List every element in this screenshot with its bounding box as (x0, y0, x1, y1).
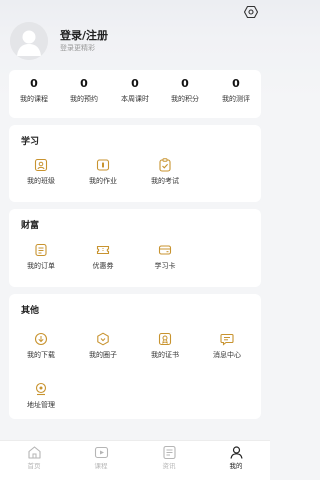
my-class-button[interactable]: 我的班级 (15, 158, 67, 186)
exam-icon (159, 158, 171, 172)
stat-my-appointments[interactable]: 0 我的预约 (59, 77, 109, 104)
study-section: 学习 我的班级 我的作业 我的考试 (9, 125, 261, 202)
bottom-tab-bar: 首页 课程 资讯 我的 (0, 440, 270, 480)
circle-icon (97, 332, 109, 346)
item-label: 我的订单 (27, 262, 55, 270)
tab-news[interactable]: 资讯 (149, 445, 189, 471)
item-label: 我的证书 (151, 351, 179, 359)
item-label: 我的圈子 (89, 351, 117, 359)
section-title: 财富 (21, 221, 40, 231)
download-icon (34, 332, 48, 346)
section-title: 学习 (21, 137, 40, 147)
item-label: 消息中心 (213, 351, 241, 359)
class-icon (34, 158, 48, 172)
address-management-button[interactable]: 地址管理 (15, 382, 67, 410)
my-certificates-button[interactable]: 我的证书 (139, 332, 191, 360)
stat-value: 0 (181, 77, 189, 90)
certificate-icon (158, 332, 172, 346)
item-label: 我的作业 (89, 177, 117, 185)
item-label: 我的考试 (151, 177, 179, 185)
course-icon (94, 446, 108, 459)
stat-my-assessments[interactable]: 0 我的测评 (211, 77, 261, 104)
my-circle-button[interactable]: 我的圈子 (77, 332, 129, 360)
item-label: 我的班级 (27, 177, 55, 185)
my-downloads-button[interactable]: 我的下载 (15, 332, 67, 360)
study-card-button[interactable]: 学习卡 (139, 243, 191, 271)
tab-course[interactable]: 课程 (81, 445, 121, 471)
tab-label: 我的 (229, 462, 243, 470)
item-label: 优惠券 (92, 262, 114, 270)
stat-value: 0 (30, 77, 38, 90)
address-icon (35, 382, 47, 396)
homework-icon (96, 159, 110, 171)
tab-label: 课程 (94, 462, 108, 470)
settings-icon[interactable] (244, 5, 258, 19)
my-exam-button[interactable]: 我的考试 (139, 158, 191, 186)
order-icon (35, 243, 47, 257)
avatar[interactable] (10, 22, 48, 60)
tab-label: 资讯 (162, 462, 176, 470)
stat-label: 我的预约 (70, 95, 98, 103)
stat-value: 0 (131, 77, 139, 90)
item-label: 我的下载 (27, 351, 55, 359)
stat-label: 我的测评 (222, 95, 250, 103)
stat-label: 本周课时 (121, 95, 149, 103)
item-label: 学习卡 (154, 262, 176, 270)
message-center-button[interactable]: 消息中心 (201, 332, 253, 360)
wealth-section: 财富 我的订单 优惠券 学习卡 (9, 209, 261, 287)
home-icon (27, 446, 41, 459)
coupon-icon (96, 245, 110, 255)
news-icon (162, 445, 176, 460)
stat-weekly-hours[interactable]: 0 本周课时 (110, 77, 160, 104)
my-homework-button[interactable]: 我的作业 (77, 158, 129, 186)
tab-profile[interactable]: 我的 (216, 445, 256, 471)
item-label: 地址管理 (27, 401, 55, 409)
stat-label: 我的积分 (171, 95, 199, 103)
stats-card: 0 我的课程 0 我的预约 0 本周课时 0 我的积分 0 我的测评 (9, 70, 261, 118)
my-orders-button[interactable]: 我的订单 (15, 243, 67, 271)
section-title: 其他 (21, 306, 40, 316)
login-register-link[interactable]: 登录/注册 (60, 27, 108, 43)
study-card-icon (158, 245, 172, 255)
profile-header: 登录/注册 登录更精彩 (0, 0, 270, 70)
default-avatar-icon (10, 22, 48, 60)
coupons-button[interactable]: 优惠券 (77, 243, 129, 271)
stat-value: 0 (232, 77, 240, 90)
profile-icon (229, 446, 243, 459)
tab-label: 首页 (27, 462, 41, 470)
stat-value: 0 (80, 77, 88, 90)
stat-my-courses[interactable]: 0 我的课程 (9, 77, 59, 104)
message-icon (220, 333, 234, 346)
login-subtitle: 登录更精彩 (60, 44, 95, 52)
stat-my-points[interactable]: 0 我的积分 (160, 77, 210, 104)
other-section: 其他 我的下载 我的圈子 我的证书 消息中心 地址管理 (9, 294, 261, 419)
tab-home[interactable]: 首页 (14, 445, 54, 471)
stat-label: 我的课程 (20, 95, 48, 103)
